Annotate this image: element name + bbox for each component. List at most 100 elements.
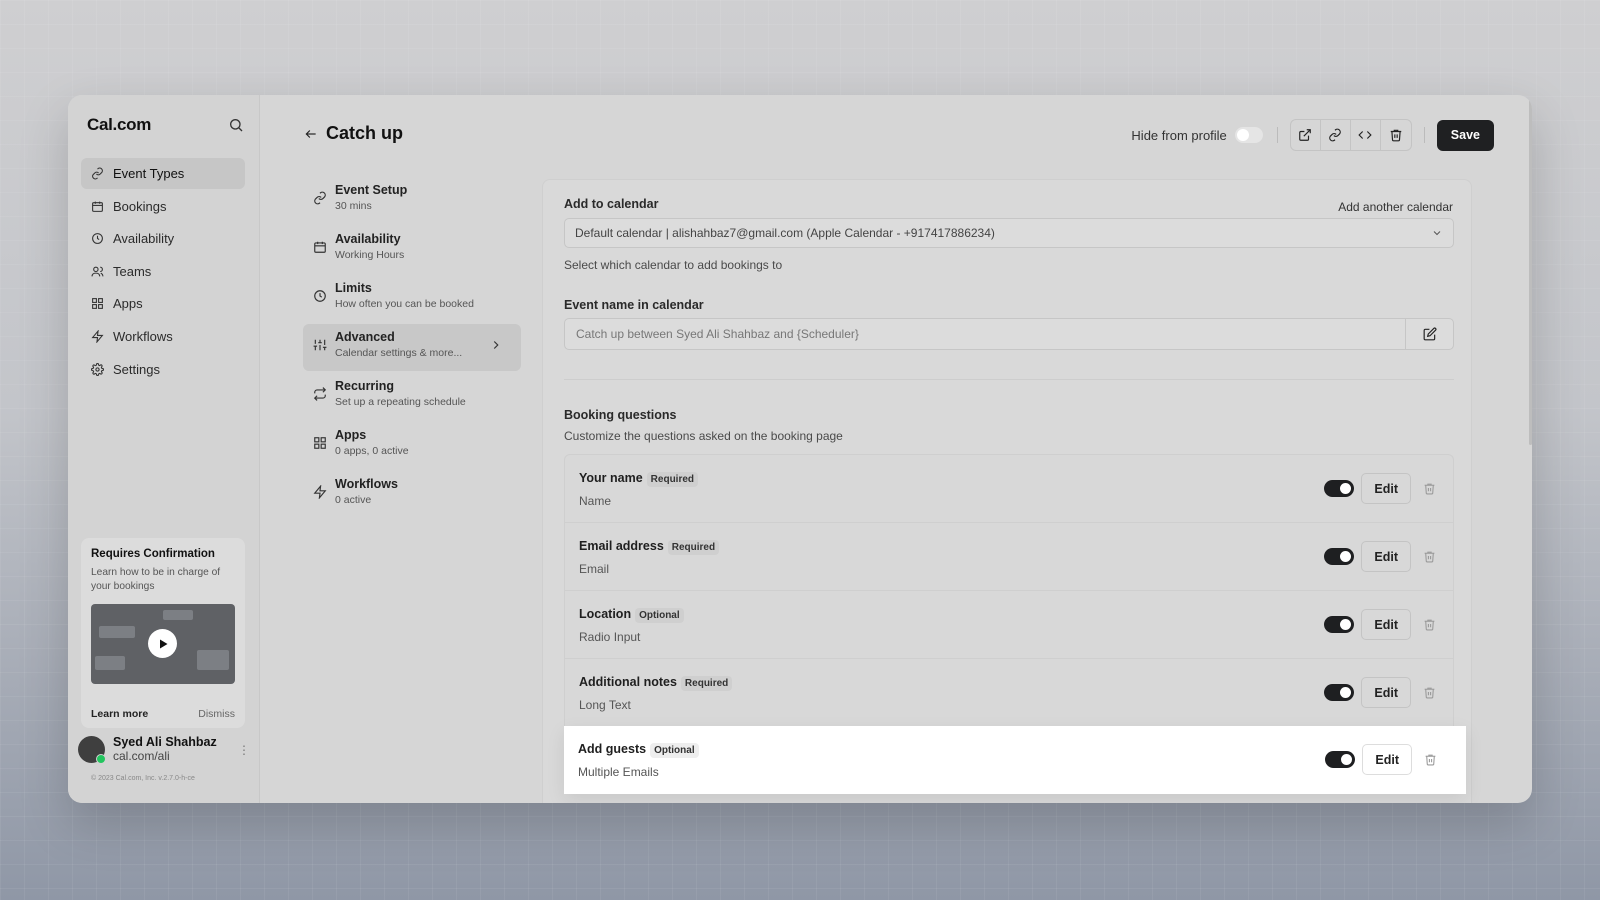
subnav-item-limits[interactable]: Limits How often you can be booked [303,275,521,322]
action-button-group [1289,119,1412,151]
sidebar-item-label: Workflows [113,328,173,344]
play-icon[interactable] [148,629,177,658]
status-badge: Required [646,472,699,487]
list-item: Location Optional Radio Input Edit [564,590,1454,658]
edit-icon [1423,327,1436,341]
sidebar: Cal.com Event Types Bookings Availabilit… [68,95,260,803]
edit-button[interactable]: Edit [1362,744,1412,775]
zap-icon [91,329,104,343]
hide-from-profile-toggle[interactable] [1234,127,1263,143]
question-toggle[interactable] [1324,548,1355,565]
list-item: Additional notes Required Long Text Edit [564,658,1454,726]
sidebar-item-event-types[interactable]: Event Types [81,158,245,189]
question-toggle[interactable] [1324,480,1355,497]
edit-button[interactable]: Edit [1361,677,1411,708]
code-icon [1358,131,1372,139]
sidebar-item-label: Availability [113,231,175,247]
trash-icon[interactable] [1423,482,1436,495]
trash-icon[interactable] [1423,550,1436,563]
question-name: Add guests [578,742,647,756]
booking-questions-help: Customize the questions asked on the boo… [564,429,843,443]
question-name: Additional notes [579,675,677,689]
trash-icon [1390,129,1402,142]
subnav-item-workflows[interactable]: Workflows 0 active [303,471,521,518]
search-icon[interactable] [228,117,244,133]
learn-more-link[interactable]: Learn more [91,708,148,720]
sidebar-item-label: Teams [113,263,152,279]
avatar [78,735,106,764]
scrollbar[interactable] [1529,95,1532,445]
add-another-calendar-link[interactable]: Add another calendar [1338,200,1453,214]
delete-button[interactable] [1381,120,1411,150]
link-icon [314,191,326,205]
user-url: cal.com/ali [113,749,170,763]
add-to-calendar-label: Add to calendar [564,197,659,211]
event-settings-nav: Event Setup 30 mins Availability Working H… [303,177,521,520]
calendar-select-value: Default calendar | alishahbaz7@gmail.com… [575,226,995,240]
more-vertical-icon[interactable]: ⋮ [238,743,250,757]
event-name-input[interactable] [565,319,1405,349]
user-menu[interactable]: Syed Ali Shahbaz cal.com/ali ⋮ [78,735,250,764]
status-badge: Optional [635,608,684,623]
question-type: Radio Input [579,630,641,644]
subnav-title: Apps [335,428,367,442]
edit-event-name-button[interactable] [1405,319,1453,349]
subnav-title: Limits [335,281,372,295]
subnav-title: Workflows [335,477,398,491]
advanced-settings-panel: Add to calendar Add another calendar Def… [542,179,1472,803]
embed-button[interactable] [1351,120,1381,150]
booking-questions-list: Your name Required Name Edit Email addres… [564,454,1466,794]
calendar-select[interactable]: Default calendar | alishahbaz7@gmail.com… [564,218,1454,248]
copy-link-button[interactable] [1321,120,1351,150]
question-type: Long Text [579,698,631,712]
sidebar-item-availability[interactable]: Availability [81,223,245,254]
subnav-item-availability[interactable]: Availability Working Hours [303,226,521,273]
chevron-right-icon [493,341,499,349]
subnav-subtitle: 0 apps, 0 active [335,445,409,457]
grid-icon [92,298,103,310]
subnav-item-event-setup[interactable]: Event Setup 30 mins [303,177,521,224]
preview-button[interactable] [1291,120,1321,150]
subnav-item-recurring[interactable]: Recurring Set up a repeating schedule [303,373,521,420]
edit-button[interactable]: Edit [1361,473,1411,504]
promo-card: Requires Confirmation Learn how to be in… [81,538,245,728]
repeat-icon [313,387,327,401]
app-window: Cal.com Event Types Bookings Availabilit… [68,95,1532,803]
sidebar-item-teams[interactable]: Teams [81,256,245,287]
video-thumb-shape [99,626,135,638]
promo-video[interactable] [91,604,235,684]
edit-button[interactable]: Edit [1361,541,1411,572]
question-type: Multiple Emails [578,765,659,779]
question-toggle[interactable] [1324,684,1355,701]
dismiss-link[interactable]: Dismiss [198,708,235,720]
sidebar-item-label: Event Types [113,166,185,181]
copyright: © 2023 Cal.com, Inc. v.2.7.0-h-ce [91,775,195,782]
sliders-icon [313,339,327,351]
trash-icon[interactable] [1423,686,1436,699]
sidebar-item-label: Apps [113,296,143,312]
question-toggle[interactable] [1324,616,1355,633]
subnav-item-apps[interactable]: Apps 0 apps, 0 active [303,422,521,469]
trash-icon[interactable] [1423,618,1436,631]
subnav-item-advanced[interactable]: Advanced Calendar settings & more... [303,324,521,371]
sidebar-item-bookings[interactable]: Bookings [81,191,245,222]
divider [1276,127,1278,143]
question-name: Email address [579,539,664,553]
grid-icon [314,437,326,449]
logo[interactable]: Cal.com [87,115,151,135]
event-name-label: Event name in calendar [564,298,704,312]
subnav-subtitle: Set up a repeating schedule [335,396,466,408]
clock-icon [92,233,103,245]
video-thumb-shape [163,610,193,620]
sidebar-item-settings[interactable]: Settings [81,354,245,385]
booking-questions-heading: Booking questions [564,408,677,422]
save-button[interactable]: Save [1436,119,1494,151]
sidebar-item-workflows[interactable]: Workflows [81,321,245,352]
sidebar-item-apps[interactable]: Apps [81,288,245,319]
list-item-highlighted: Add guests Optional Multiple Emails Edit [564,726,1466,794]
question-toggle[interactable] [1325,751,1356,768]
trash-icon[interactable] [1424,753,1437,766]
edit-button[interactable]: Edit [1361,609,1411,640]
link-icon [92,167,103,180]
arrow-left-icon[interactable] [304,127,318,141]
